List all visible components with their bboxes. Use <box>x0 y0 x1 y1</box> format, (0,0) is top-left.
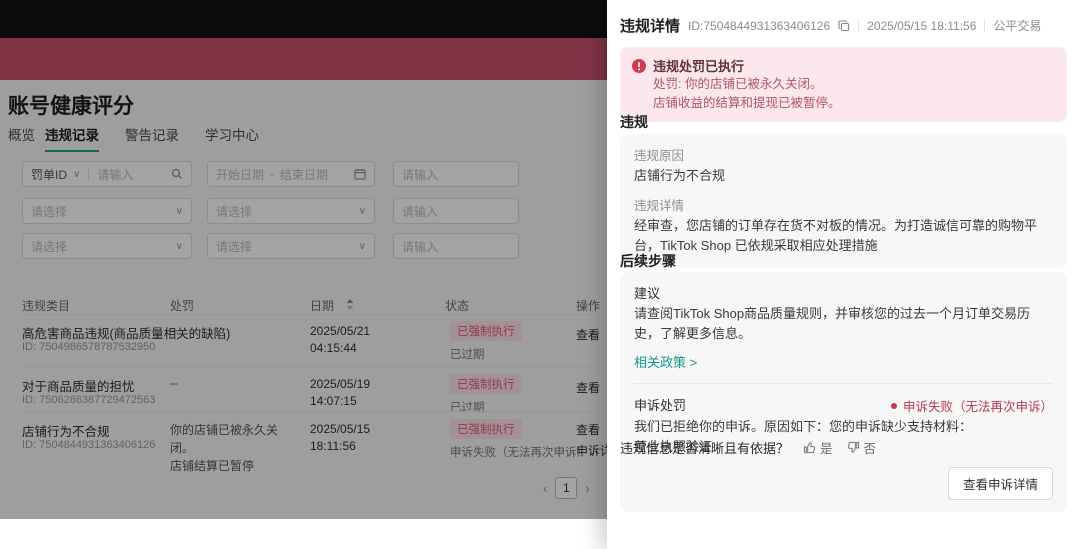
thumbs-down-icon <box>847 441 859 453</box>
error-icon <box>632 58 646 73</box>
alert-line-1: 处罚: 你的店铺已被永久关闭。 <box>653 77 823 91</box>
section-heading-next-steps: 后续步骤 <box>620 253 676 269</box>
modal-dim-overlay[interactable] <box>0 0 607 519</box>
reason-value: 店铺行为不合规 <box>634 168 726 183</box>
alert-title: 违规处罚已执行 <box>653 59 745 74</box>
appeal-status-text: 申诉失败（无法再次申诉） <box>902 400 1053 415</box>
feedback-question: 违规信息是否清晰且有依据？ <box>620 441 790 456</box>
page-bottom-strip <box>0 519 607 549</box>
penalty-executed-alert: 违规处罚已执行 处罚: 你的店铺已被永久关闭。 店铺收益的结算和提现已被暂停。 <box>620 47 1067 122</box>
view-appeal-details-button[interactable]: 查看申诉详情 <box>947 466 1053 500</box>
feedback-row: 违规信息是否清晰且有依据？ 是 否 <box>620 438 876 457</box>
drawer-title: 违规详情 <box>620 18 681 35</box>
suggestion-text: 请查阅TikTok Shop商品质量规则，并审核您的过去一个月订单交易历史，了解… <box>634 306 1031 342</box>
feedback-yes-label: 是 <box>820 442 833 456</box>
related-policy-link[interactable]: 相关政策 > <box>634 352 1053 371</box>
feedback-no-label: 否 <box>863 442 877 456</box>
next-steps-card: 建议 请查阅TikTok Shop商品质量规则，并审核您的过去一个月订单交易历史… <box>620 272 1067 512</box>
appeal-label: 申诉处罚 <box>634 398 687 414</box>
status-dot-icon <box>890 402 897 409</box>
divider <box>634 383 1053 385</box>
appeal-status: 申诉失败（无法再次申诉） <box>890 396 1053 415</box>
drawer-header: 违规详情 ID:7504844931363406126 2025/05/15 1… <box>620 15 1050 36</box>
violation-timestamp: 2025/05/15 18:11:56 <box>867 18 977 33</box>
divider <box>858 19 860 32</box>
seller-center-page: 账号健康评分 概览 违规记录 警告记录 学习中心 罚单ID ∨ 请输入 开始日期… <box>0 0 607 519</box>
section-heading-violation: 违规 <box>620 114 648 130</box>
violation-type-tag: 公平交易 <box>993 19 1042 33</box>
detail-label: 违规详情 <box>634 199 685 214</box>
reason-label: 违规原因 <box>634 149 685 163</box>
violation-info-card: 违规原因 店铺行为不合规 违规详情 经审查，您店铺的订单存在货不对板的情况。为打… <box>620 134 1067 269</box>
violation-id-text: ID:7504844931363406126 <box>688 18 831 33</box>
feedback-yes-button[interactable]: 是 <box>803 438 833 457</box>
divider <box>984 19 986 32</box>
alert-line-2: 店铺收益的结算和提现已被暂停。 <box>653 95 841 110</box>
copy-icon[interactable] <box>838 19 850 32</box>
violation-detail-drawer: 违规详情 ID:7504844931363406126 2025/05/15 1… <box>607 0 1080 549</box>
detail-value: 经审查，您店铺的订单存在货不对板的情况。为打造诚信可靠的购物平台，TikTok … <box>634 218 1038 254</box>
suggestion-label: 建议 <box>634 286 661 301</box>
feedback-no-button[interactable]: 否 <box>847 438 877 457</box>
thumbs-up-icon <box>803 442 816 454</box>
